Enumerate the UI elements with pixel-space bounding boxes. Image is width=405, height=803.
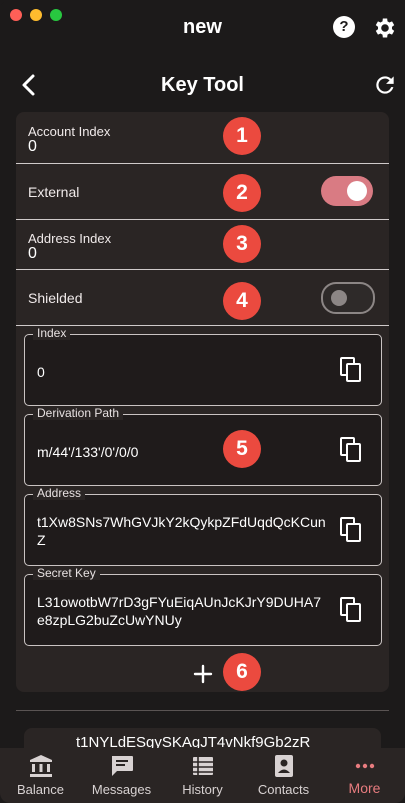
address-index-row[interactable]: Address Index 0 (16, 220, 389, 270)
nav-balance-label: Balance (17, 782, 64, 797)
gear-icon[interactable] (372, 15, 398, 41)
external-toggle[interactable] (321, 176, 373, 206)
address-field: Address t1Xw8SNs7WhGVJkY2kQykpZFdUqdQcKC… (24, 486, 382, 566)
add-icon[interactable] (192, 663, 214, 685)
toggle-knob (347, 181, 367, 201)
derivation-path-value[interactable]: m/44'/133'/0'/0/0 (37, 443, 327, 461)
copy-icon[interactable] (339, 597, 363, 623)
toggle-knob (331, 290, 347, 306)
page-title: Key Tool (161, 74, 244, 96)
external-label: External (28, 184, 80, 200)
shielded-row: Shielded (16, 270, 389, 326)
index-field-label: Index (33, 326, 71, 340)
bank-icon (30, 755, 52, 777)
account-index-value[interactable]: 0 (28, 138, 37, 156)
more-dots-icon (355, 763, 375, 769)
shielded-toggle[interactable] (321, 282, 375, 314)
nav-messages[interactable]: Messages (81, 748, 162, 803)
step-badge-4: 4 (223, 282, 261, 320)
nav-more-label: More (348, 780, 381, 796)
refresh-icon[interactable] (372, 72, 398, 98)
account-index-row[interactable]: Account Index 0 (16, 112, 389, 164)
history-list-icon (193, 757, 213, 775)
nav-history[interactable]: History (162, 748, 243, 803)
external-row: External (16, 164, 389, 220)
contacts-icon (275, 755, 293, 777)
step-badge-3: 3 (223, 225, 261, 263)
secret-key-field: Secret Key L31owotbW7rD3gFYuEiqAUnJcKJrY… (24, 566, 382, 646)
copy-icon[interactable] (339, 357, 363, 383)
nav-more[interactable]: More (324, 748, 405, 803)
title-bar: new ? (0, 0, 405, 58)
nav-contacts[interactable]: Contacts (243, 748, 324, 803)
address-field-label: Address (33, 486, 86, 500)
secret-key-value[interactable]: L31owotbW7rD3gFYuEiqAUnJcKJrY9DUHA7e8zpL… (37, 593, 327, 629)
copy-icon[interactable] (339, 437, 363, 463)
copy-icon[interactable] (339, 517, 363, 543)
derivation-path-label: Derivation Path (33, 406, 124, 420)
shielded-label: Shielded (28, 290, 83, 306)
key-tool-card: Account Index 0 External Address Index 0… (16, 112, 389, 692)
help-icon[interactable]: ? (333, 16, 355, 38)
secret-key-label: Secret Key (33, 566, 100, 580)
app-window: new ? Key Tool Account Index 0 External … (0, 0, 405, 803)
address-field-value[interactable]: t1Xw8SNs7WhGVJkY2kQykpZFdUqdQcKCunZ (37, 513, 327, 549)
derivation-path-field: Derivation Path m/44'/133'/0'/0/0 (24, 406, 382, 486)
step-badge-1: 1 (223, 117, 261, 155)
page-header: Key Tool (0, 64, 405, 108)
address-index-label: Address Index (28, 231, 112, 246)
index-field: Index 0 (24, 326, 382, 406)
address-index-value[interactable]: 0 (28, 245, 37, 263)
nav-balance[interactable]: Balance (0, 748, 81, 803)
step-badge-5: 5 (223, 430, 261, 468)
message-icon (112, 756, 133, 776)
bottom-navigation: Balance Messages History Contacts More (0, 748, 405, 803)
divider (16, 710, 389, 711)
index-field-value[interactable]: 0 (37, 363, 327, 381)
account-index-label: Account Index (28, 124, 111, 139)
nav-messages-label: Messages (91, 782, 152, 797)
nav-contacts-label: Contacts (257, 782, 310, 797)
step-badge-2: 2 (223, 174, 261, 212)
nav-history-label: History (182, 782, 223, 797)
step-badge-6: 6 (223, 653, 261, 691)
